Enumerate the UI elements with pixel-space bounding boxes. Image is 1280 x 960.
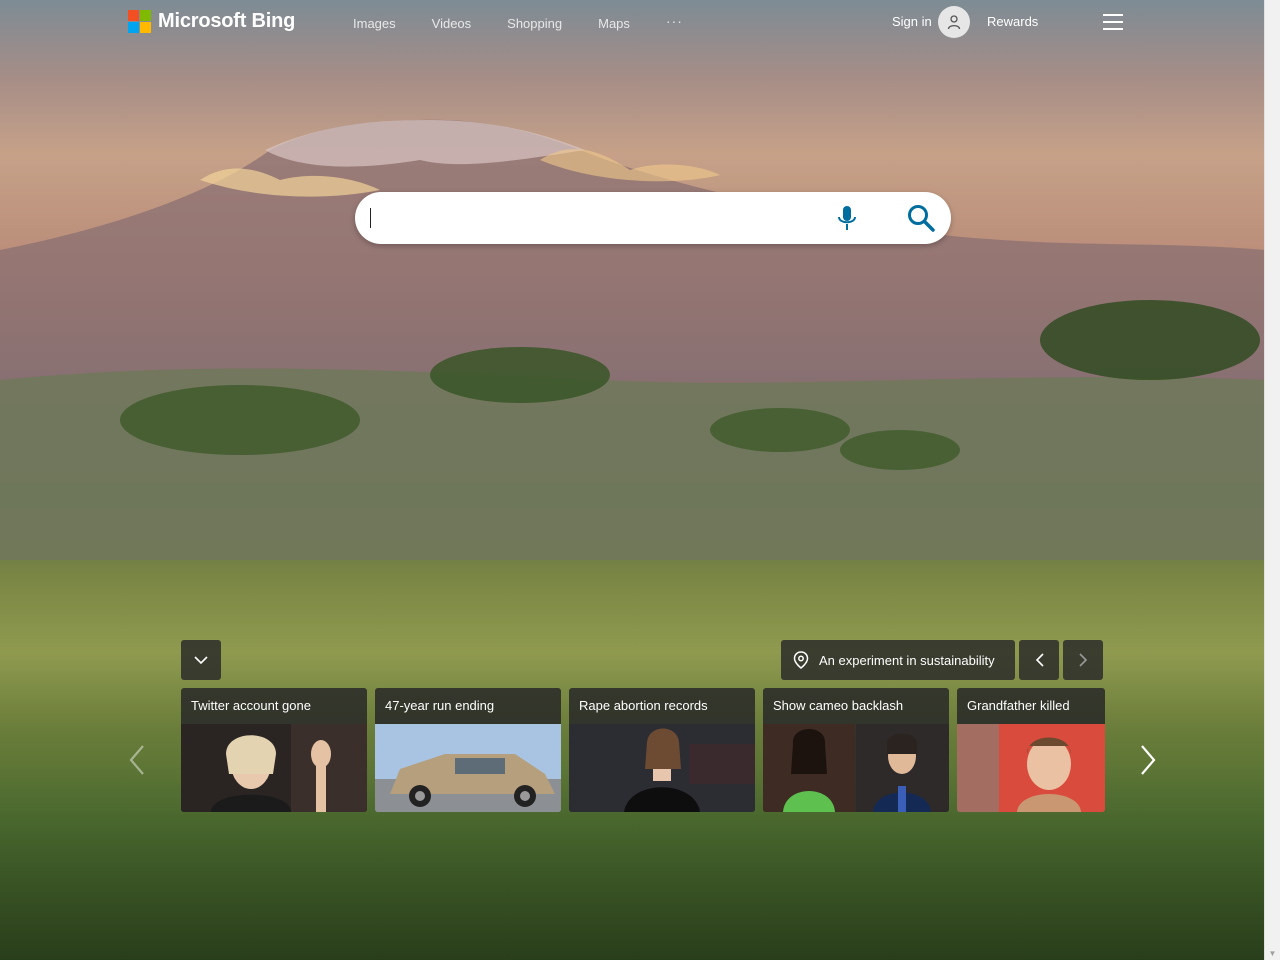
news-card[interactable]: 47-year run ending [375,688,561,812]
collapse-feed-button[interactable] [181,640,221,680]
news-card-image [763,724,949,812]
chevron-down-icon [194,655,208,664]
news-card-title: Grandfather killed [967,698,1070,713]
chevron-right-icon [1078,653,1087,667]
news-card-image [181,724,367,812]
nav-more-button[interactable]: ··· [666,14,683,31]
image-location-button[interactable]: An experiment in sustainability [781,640,1015,680]
location-pin-icon [793,651,809,669]
news-card[interactable]: Rape abortion records [569,688,755,812]
microsoft-logo-icon [128,10,151,33]
brand-name: Microsoft Bing [158,10,296,32]
sign-in-link[interactable]: Sign in [892,14,932,29]
top-header: Microsoft Bing Images Videos Shopping Ma… [0,0,1265,44]
news-card-image [957,724,1105,812]
next-image-button[interactable] [1063,640,1103,680]
chevron-left-icon [1035,653,1044,667]
news-card-title: 47-year run ending [385,698,495,713]
news-card-title: Rape abortion records [579,698,708,713]
carousel-prev-arrow-icon[interactable] [127,744,147,776]
page-scrollbar[interactable]: ▼ [1264,0,1280,960]
search-input[interactable] [371,204,815,234]
carousel-next-arrow-icon[interactable] [1138,744,1158,776]
scroll-down-arrow-icon[interactable]: ▼ [1268,949,1277,958]
text-cursor [370,208,371,228]
search-icon[interactable] [906,203,936,233]
microphone-icon[interactable] [835,204,859,232]
news-card-image [569,724,755,812]
news-card[interactable]: Grandfather killed [957,688,1105,812]
user-avatar-icon[interactable] [938,6,970,38]
nav-maps[interactable]: Maps [598,16,630,31]
location-label: An experiment in sustainability [819,652,995,668]
nav-shopping[interactable]: Shopping [507,16,562,31]
nav-images[interactable]: Images [353,16,396,31]
news-card[interactable]: Twitter account gone [181,688,367,812]
nav-videos[interactable]: Videos [432,16,472,31]
bing-logo[interactable]: Microsoft Bing [128,10,295,33]
news-card-title: Twitter account gone [191,698,311,713]
previous-image-button[interactable] [1019,640,1059,680]
top-nav: Images Videos Shopping Maps ··· [335,14,683,31]
search-box[interactable] [355,192,951,244]
news-card-title: Show cameo backlash [773,698,904,713]
rewards-link[interactable]: Rewards [987,14,1038,29]
hamburger-menu-icon[interactable] [1103,14,1123,30]
news-card[interactable]: Show cameo backlash [763,688,949,812]
background-landscape [0,119,1265,560]
news-card-image [375,724,561,812]
